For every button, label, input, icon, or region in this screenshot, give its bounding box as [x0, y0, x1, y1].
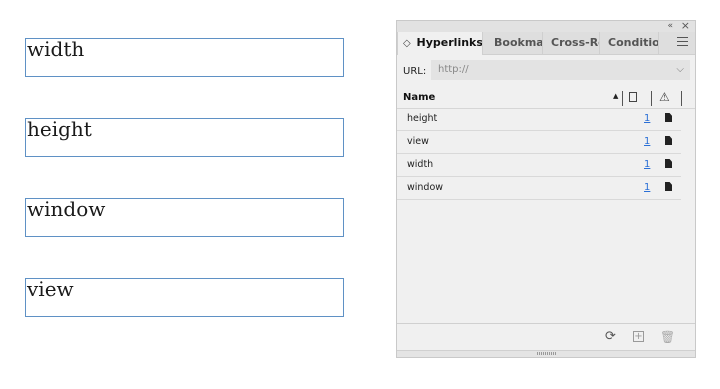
page-icon [665, 136, 672, 145]
column-divider [681, 91, 682, 106]
url-value: http:// [438, 64, 469, 75]
list-item[interactable]: height 1 [397, 108, 681, 131]
chevron-down-icon[interactable]: ⌵ [676, 60, 684, 80]
hyperlink-name: height [407, 113, 438, 124]
text-frame-width[interactable]: width [25, 37, 344, 77]
hyperlink-name: window [407, 182, 444, 193]
sort-ascending-icon[interactable]: ▲ [613, 92, 618, 100]
text-frame-view[interactable]: view [25, 277, 344, 317]
page-icon [665, 182, 672, 191]
page-link[interactable]: 1 [644, 136, 650, 147]
diamond-icon: ◇ [403, 38, 411, 49]
tab-label: Hyperlinks [416, 36, 483, 49]
page-link[interactable]: 1 [644, 113, 650, 124]
panel-menu-icon[interactable] [677, 37, 688, 46]
panel-footer: ⟳ + 🗑 [397, 323, 695, 351]
refresh-icon[interactable]: ⟳ [605, 329, 616, 345]
trash-icon[interactable]: 🗑 [660, 329, 675, 345]
new-hyperlink-icon[interactable]: + [633, 331, 644, 342]
name-column-header[interactable]: Name [403, 92, 435, 103]
page-icon [665, 159, 672, 168]
list-item[interactable]: width 1 [397, 154, 681, 177]
tab-label: Conditional Text [608, 36, 659, 49]
list-header: Name ▲ ⚠ [397, 88, 695, 109]
url-label: URL: [403, 66, 427, 77]
column-divider [622, 91, 623, 106]
hyperlinks-panel: « × ◇ Hyperlinks Bookmarks Cross-Referen… [396, 19, 696, 358]
frame-text: window [27, 197, 106, 221]
frame-text: width [27, 37, 85, 61]
tab-bookmarks[interactable]: Bookmarks [489, 32, 543, 54]
frame-text: view [27, 277, 74, 301]
list-item[interactable]: window 1 [397, 177, 681, 200]
grip-icon [537, 352, 557, 355]
page-icon [665, 113, 672, 122]
hyperlinks-list: height 1 view 1 width 1 window 1 [397, 108, 681, 200]
tab-label: Cross-References [551, 36, 599, 49]
text-frame-window[interactable]: window [25, 197, 344, 237]
column-divider [651, 91, 652, 106]
close-icon[interactable]: × [681, 19, 690, 33]
page-link[interactable]: 1 [644, 182, 650, 193]
tab-conditional-text[interactable]: Conditional Text [603, 32, 659, 54]
tab-hyperlinks[interactable]: ◇ Hyperlinks [397, 32, 483, 55]
panel-title-bar[interactable]: « × [397, 19, 695, 33]
hyperlink-name: width [407, 159, 434, 170]
collapse-icon[interactable]: « [667, 19, 673, 33]
page-link[interactable]: 1 [644, 159, 650, 170]
page-column-icon[interactable] [629, 92, 637, 102]
tab-cross-references[interactable]: Cross-References [546, 32, 600, 54]
list-item[interactable]: view 1 [397, 131, 681, 154]
text-frame-height[interactable]: height [25, 117, 344, 157]
frame-text: height [27, 117, 92, 141]
hyperlink-name: view [407, 136, 429, 147]
tab-label: Bookmarks [494, 36, 543, 49]
warning-icon[interactable]: ⚠ [659, 91, 670, 104]
panel-tab-bar: ◇ Hyperlinks Bookmarks Cross-References … [397, 32, 695, 55]
url-field[interactable]: http:// ⌵ [431, 60, 690, 80]
resize-grip[interactable] [397, 350, 695, 357]
